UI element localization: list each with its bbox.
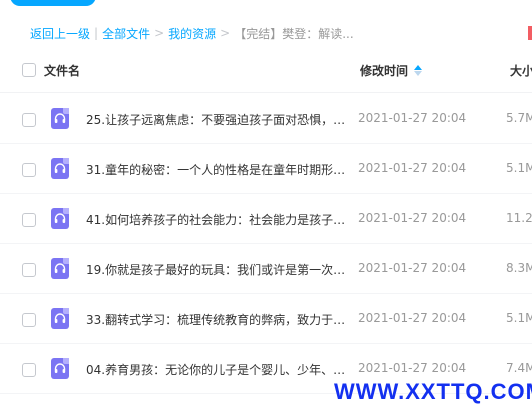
file-modified-time: 2021-01-27 20:04 xyxy=(358,361,467,375)
sort-ascending-icon[interactable] xyxy=(413,64,423,77)
file-row-checkbox[interactable] xyxy=(22,263,36,277)
headphones-icon xyxy=(51,258,69,279)
file-modified-time: 2021-01-27 20:04 xyxy=(358,311,467,325)
file-name[interactable]: 25.让孩子远离焦虑：不要强迫孩子面对恐惧，要... xyxy=(86,111,352,128)
file-row-checkbox[interactable] xyxy=(22,313,36,327)
top-action-button[interactable] xyxy=(10,0,96,6)
select-all-checkbox[interactable] xyxy=(22,63,36,77)
column-header-name[interactable]: 文件名 xyxy=(44,62,80,79)
headphones-icon xyxy=(51,108,69,129)
file-size: 5.7M xyxy=(506,111,532,125)
file-size: 11.2M xyxy=(506,211,532,225)
file-row-checkbox[interactable] xyxy=(22,213,36,227)
file-modified-time: 2021-01-27 20:04 xyxy=(358,211,467,225)
headphones-icon xyxy=(51,158,69,179)
file-row-checkbox[interactable] xyxy=(22,363,36,377)
file-modified-time: 2021-01-27 20:04 xyxy=(358,261,467,275)
top-right-marker xyxy=(528,26,532,40)
file-modified-time: 2021-01-27 20:04 xyxy=(358,161,467,175)
breadcrumb-current-folder: 【完结】樊登：解读... xyxy=(234,26,354,41)
file-size: 5.1M xyxy=(506,311,532,325)
file-row-checkbox[interactable] xyxy=(22,163,36,177)
headphones-icon xyxy=(51,308,69,329)
file-name[interactable]: 31.童年的秘密：一个人的性格是在童年时期形成... xyxy=(86,161,352,178)
breadcrumb-back-link[interactable]: 返回上一级 xyxy=(30,25,90,42)
watermark-logo: WWW.XXTTQ.COM xyxy=(334,379,532,404)
file-row[interactable]: 19.你就是孩子最好的玩具：我们或许是第一次当... 2021-01-27 20… xyxy=(0,244,532,294)
column-header-size[interactable]: 大小 xyxy=(510,62,532,79)
breadcrumb-my-resources-link[interactable]: 我的资源 xyxy=(168,25,216,42)
file-row[interactable]: 31.童年的秘密：一个人的性格是在童年时期形成... 2021-01-27 20… xyxy=(0,144,532,194)
file-row[interactable]: 25.让孩子远离焦虑：不要强迫孩子面对恐惧，要... 2021-01-27 20… xyxy=(0,94,532,144)
file-row[interactable]: 33.翻转式学习：梳理传统教育的弊病，致力于为... 2021-01-27 20… xyxy=(0,294,532,344)
file-name[interactable]: 19.你就是孩子最好的玩具：我们或许是第一次当... xyxy=(86,261,352,278)
file-size: 7.4M xyxy=(506,361,532,375)
file-list: 25.让孩子远离焦虑：不要强迫孩子面对恐惧，要... 2021-01-27 20… xyxy=(0,94,532,394)
breadcrumb: 返回上一级 | 全部文件 > 我的资源 > 【完结】樊登：解读... xyxy=(30,24,354,42)
column-header-modified[interactable]: 修改时间 xyxy=(360,62,423,79)
breadcrumb-all-files-link[interactable]: 全部文件 xyxy=(102,25,150,42)
table-header: 文件名 修改时间 大小 xyxy=(0,47,532,93)
file-size: 5.1M xyxy=(506,161,532,175)
file-size: 8.3M xyxy=(506,261,532,275)
headphones-icon xyxy=(51,358,69,379)
breadcrumb-separator: > xyxy=(220,26,231,40)
file-row-checkbox[interactable] xyxy=(22,113,36,127)
headphones-icon xyxy=(51,208,69,229)
file-name[interactable]: 04.养育男孩：无论你的儿子是个婴儿、少年、青... xyxy=(86,361,352,378)
file-modified-time: 2021-01-27 20:04 xyxy=(358,111,467,125)
column-header-modified-label: 修改时间 xyxy=(360,64,409,78)
breadcrumb-separator: > xyxy=(154,26,165,40)
file-name[interactable]: 33.翻转式学习：梳理传统教育的弊病，致力于为... xyxy=(86,311,352,328)
breadcrumb-separator: | xyxy=(94,26,99,40)
file-name[interactable]: 41.如何培养孩子的社会能力：社会能力是孩子人... xyxy=(86,211,352,228)
file-row[interactable]: 41.如何培养孩子的社会能力：社会能力是孩子人... 2021-01-27 20… xyxy=(0,194,532,244)
